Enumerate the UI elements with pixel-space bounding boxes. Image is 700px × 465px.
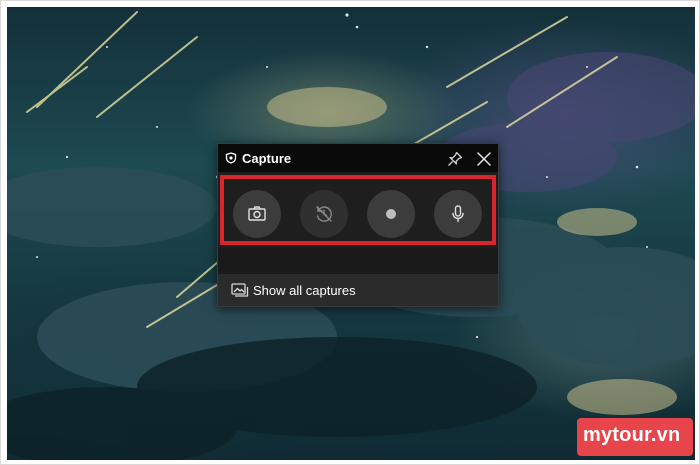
- gallery-icon: [231, 283, 249, 297]
- capture-tools-row: [218, 172, 498, 248]
- record-dot-icon: [386, 209, 396, 219]
- capture-widget: Capture Show all captures: [217, 143, 499, 307]
- camera-icon: [248, 206, 266, 221]
- microphone-button[interactable]: [434, 190, 482, 238]
- show-all-captures-label: Show all captures: [253, 283, 356, 298]
- capture-widget-icon: [225, 152, 237, 164]
- capture-widget-title: Capture: [242, 151, 292, 166]
- watermark-badge: mytour.vn: [577, 418, 693, 456]
- watermark-text: mytour.vn: [583, 424, 681, 446]
- capture-widget-titlebar: Capture: [218, 144, 498, 172]
- history-disabled-icon: [316, 206, 332, 222]
- record-last-30s-button[interactable]: [300, 190, 348, 238]
- microphone-icon: [452, 205, 464, 223]
- screenshot-frame: Capture Show all captures mytour.vn: [0, 0, 700, 465]
- start-recording-button[interactable]: [367, 190, 415, 238]
- pin-icon[interactable]: [446, 150, 464, 168]
- close-icon[interactable]: [474, 149, 494, 169]
- show-all-captures-button[interactable]: Show all captures: [218, 274, 498, 306]
- screenshot-button[interactable]: [233, 190, 281, 238]
- widget-spacer: [218, 248, 498, 274]
